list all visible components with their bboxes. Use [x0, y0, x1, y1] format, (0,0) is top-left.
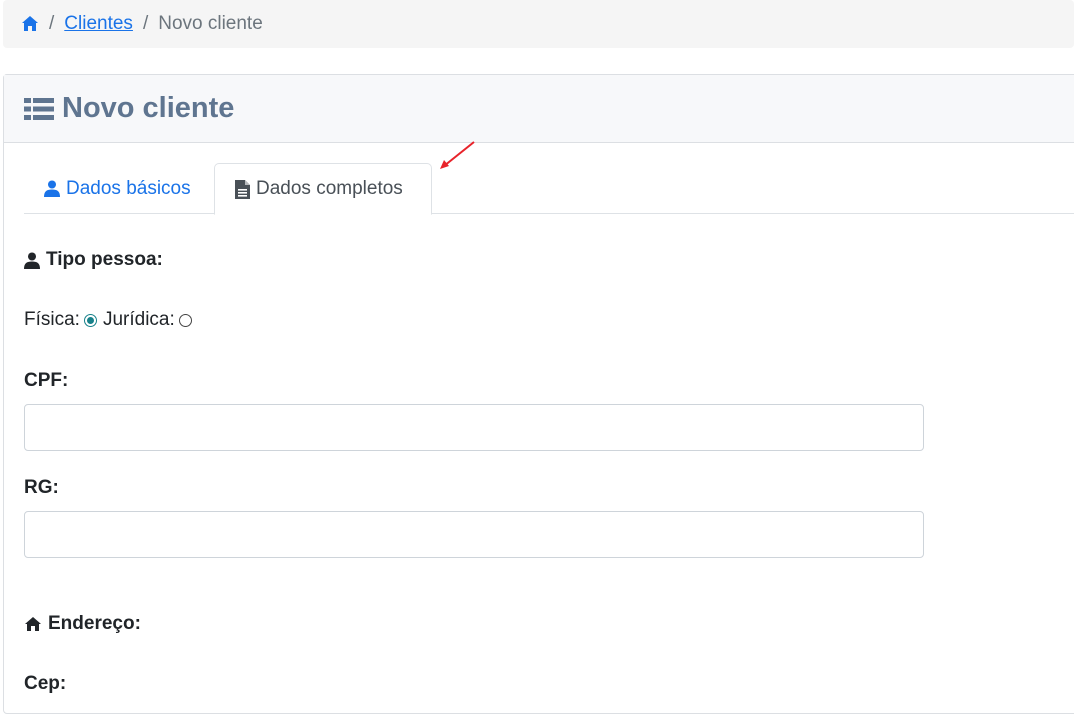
page-title: Novo cliente	[62, 92, 235, 124]
breadcrumb-link-clientes[interactable]: Clientes	[64, 13, 133, 35]
tipo-pessoa-label: Tipo pessoa:	[24, 249, 163, 271]
tab-dados-completos[interactable]: Dados completos	[214, 163, 432, 215]
cpf-label: CPF:	[24, 370, 69, 391]
list-icon	[24, 97, 54, 121]
breadcrumb-separator: /	[49, 13, 55, 34]
endereco-label: Endereço:	[24, 613, 141, 635]
annotation-arrow-icon	[440, 141, 475, 169]
breadcrumb-current: Novo cliente	[158, 13, 263, 34]
radio-label-juridica: Jurídica:	[102, 309, 175, 330]
breadcrumb-separator: /	[142, 13, 149, 34]
card-header: Novo cliente	[4, 75, 1074, 143]
home-icon[interactable]	[21, 15, 39, 33]
tab-label: Dados básicos	[66, 177, 191, 199]
rg-label: RG:	[24, 477, 59, 498]
tipo-pessoa-options: Física: Jurídica:	[24, 309, 198, 331]
tab-label: Dados completos	[256, 178, 403, 199]
form-card: Novo cliente Dados básicos Dados complet…	[3, 74, 1074, 714]
file-text-icon	[235, 179, 250, 199]
user-icon	[24, 252, 40, 269]
rg-input[interactable]	[24, 511, 924, 558]
tab-dados-basicos[interactable]: Dados básicos	[24, 163, 211, 214]
radio-label-fisica: Física:	[24, 309, 80, 330]
tab-bar: Dados básicos Dados completos	[24, 163, 1074, 215]
breadcrumb: / Clientes / Novo cliente	[3, 0, 1074, 48]
radio-fisica[interactable]	[83, 313, 97, 327]
radio-juridica[interactable]	[178, 313, 192, 327]
cpf-input[interactable]	[24, 404, 924, 451]
home-icon	[25, 617, 41, 631]
cep-label: Cep:	[24, 673, 67, 694]
user-icon	[44, 180, 60, 197]
